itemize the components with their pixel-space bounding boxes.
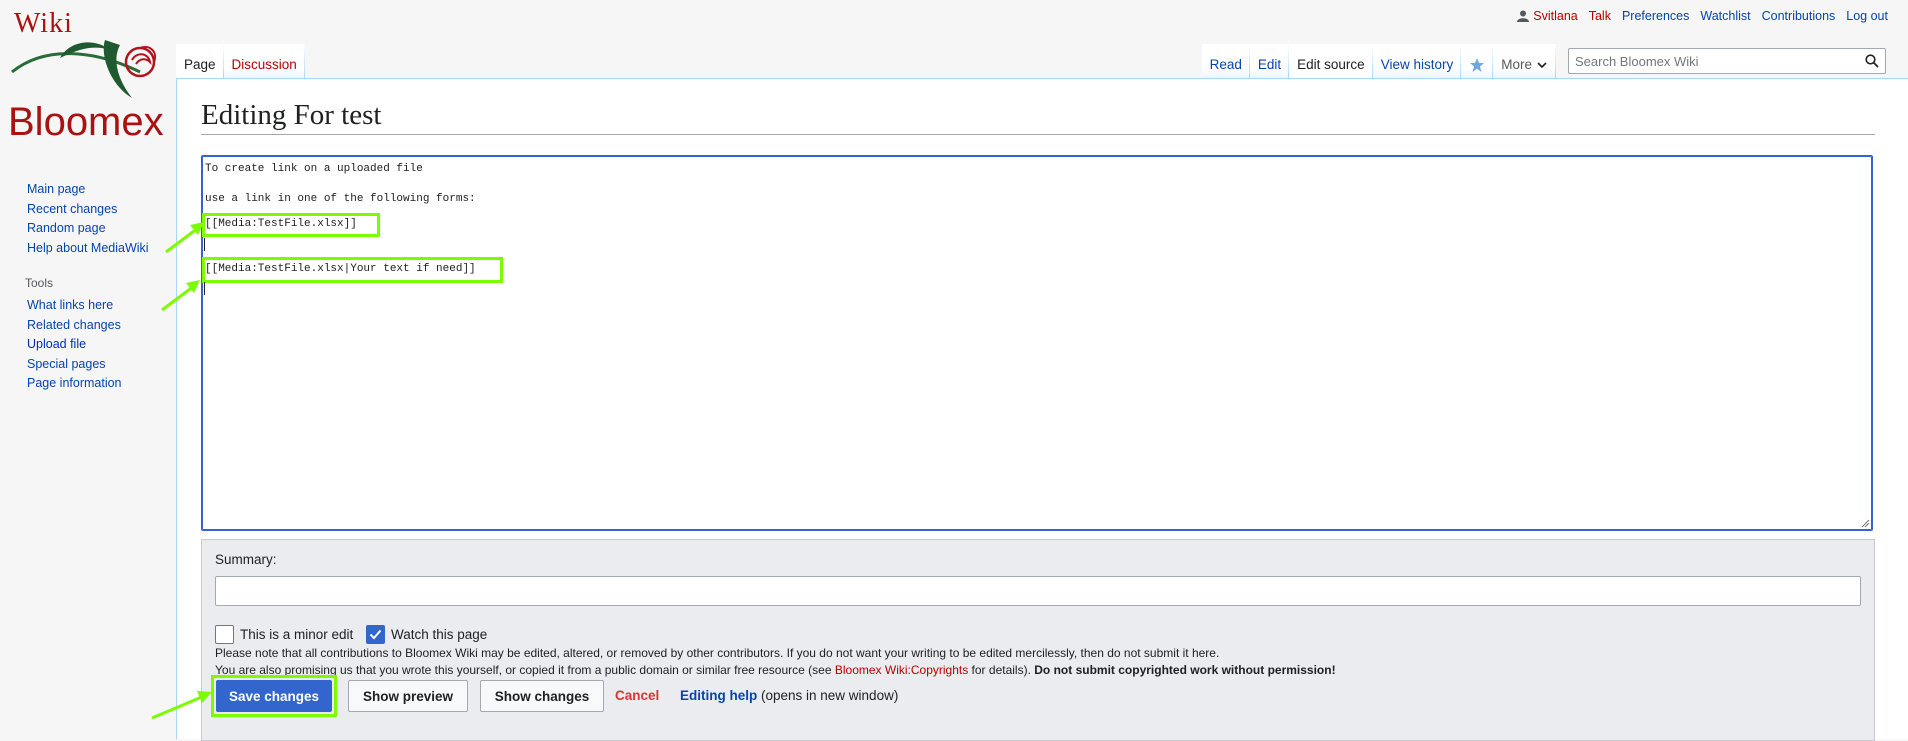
namespace-tabs: Page Discussion (176, 44, 305, 79)
search-placeholder: Search Bloomex Wiki (1575, 53, 1699, 69)
sidebar-item-page-information[interactable]: Page information (27, 376, 122, 390)
more-menu-label: More (1501, 57, 1532, 72)
star-icon (1470, 57, 1485, 72)
watch-label: Watch this page (391, 627, 488, 642)
tab-edit-label: Edit (1257, 57, 1282, 72)
search-icon[interactable] (1865, 54, 1879, 68)
show-preview-button[interactable]: Show preview (348, 680, 468, 712)
show-changes-button[interactable]: Show changes (480, 680, 604, 712)
checkmark-icon (369, 629, 382, 640)
edit-notice-2-bold: Do not submit copyrighted work without p… (1034, 663, 1336, 677)
user-link[interactable]: Svitlana (1533, 9, 1577, 23)
logo-wiki-text: Wiki (14, 8, 73, 39)
watchlist-link[interactable]: Watchlist (1700, 9, 1750, 23)
sidebar: Main page Recent changes Random page Hel… (0, 180, 176, 394)
edit-options: Summary: This is a minor edit Watch this… (201, 539, 1875, 741)
sidebar-item-what-links-here[interactable]: What links here (27, 298, 113, 312)
sidebar-item-help[interactable]: Help about MediaWiki (27, 241, 149, 255)
annotation-arrow-3 (151, 691, 212, 720)
editor-line-3: [[Media:TestFile.xlsx]] (205, 218, 357, 230)
more-menu[interactable]: More (1493, 44, 1556, 79)
summary-label: Summary: (215, 552, 277, 567)
sidebar-item-recent-changes[interactable]: Recent changes (27, 202, 117, 216)
tab-edit-source[interactable]: Edit source (1289, 44, 1373, 79)
annotation-arrow-1 (165, 222, 204, 254)
tab-edit-source-label: Edit source (1297, 57, 1365, 72)
content-area: Editing For test To create link on a upl… (176, 78, 1908, 741)
personal-tools: Svitlana Talk Preferences Watchlist Cont… (1517, 9, 1888, 23)
tab-view-history-label: View history (1380, 57, 1454, 72)
editor-line-2: use a link in one of the following forms… (205, 193, 476, 205)
sidebar-item-random-page[interactable]: Random page (27, 221, 106, 235)
tab-page-label: Page (184, 57, 216, 72)
logo-brand-text: Bloomex (8, 100, 164, 144)
editing-help-note: (opens in new window) (757, 688, 899, 703)
tab-bar: Page Discussion Read Edit Edit source Vi… (176, 44, 1908, 79)
copyrights-link[interactable]: Bloomex Wiki:Copyrights (835, 663, 968, 677)
editor-line-4: [[Media:TestFile.xlsx|Your text if need]… (205, 263, 476, 275)
talk-link[interactable]: Talk (1589, 9, 1611, 23)
tools-heading: Tools (25, 276, 54, 290)
sidebar-navigation: Main page Recent changes Random page Hel… (0, 180, 176, 258)
contributions-link[interactable]: Contributions (1762, 9, 1836, 23)
tab-discussion[interactable]: Discussion (224, 44, 305, 79)
cancel-link[interactable]: Cancel (615, 688, 659, 703)
page-title: Editing For test (201, 99, 1875, 135)
view-tabs: Read Edit Edit source View history More … (1202, 44, 1886, 79)
edit-notice-2: You are also promising us that you wrote… (215, 663, 1336, 677)
annotation-arrow-2 (161, 280, 200, 312)
watch-row: Watch this page (366, 625, 487, 644)
preferences-link[interactable]: Preferences (1622, 9, 1689, 23)
resize-grip-icon[interactable] (1860, 518, 1870, 528)
watch-checkbox[interactable] (366, 625, 385, 644)
sidebar-item-main-page[interactable]: Main page (27, 182, 85, 196)
summary-input[interactable] (215, 576, 1861, 606)
minor-edit-checkbox[interactable] (215, 625, 234, 644)
chevron-down-icon (1537, 61, 1547, 68)
tab-read-label: Read (1209, 57, 1242, 72)
tab-discussion-label: Discussion (231, 57, 297, 72)
watch-star[interactable] (1461, 44, 1493, 79)
logout-link[interactable]: Log out (1846, 9, 1888, 23)
wikitext-editor[interactable]: To create link on a uploaded file use a … (201, 155, 1873, 531)
site-logo[interactable]: Wiki Bloomex (0, 0, 176, 150)
tab-edit[interactable]: Edit (1250, 44, 1289, 79)
search-input[interactable]: Search Bloomex Wiki (1568, 48, 1886, 74)
edit-notice-2-mid: for details). (968, 663, 1035, 677)
minor-edit-row: This is a minor edit (215, 625, 353, 644)
editing-help: Editing help (opens in new window) (680, 688, 898, 703)
sidebar-item-upload-file[interactable]: Upload file (27, 337, 86, 351)
editor-line-1: To create link on a uploaded file (205, 163, 423, 175)
tab-read[interactable]: Read (1202, 44, 1250, 79)
save-button[interactable]: Save changes (216, 680, 332, 712)
minor-edit-label: This is a minor edit (240, 627, 354, 642)
sidebar-tools: What links here Related changes Upload f… (0, 296, 176, 394)
sidebar-item-special-pages[interactable]: Special pages (27, 357, 106, 371)
edit-notice-1: Please note that all contributions to Bl… (215, 646, 1220, 660)
editing-help-link[interactable]: Editing help (680, 688, 757, 703)
sidebar-item-related-changes[interactable]: Related changes (27, 318, 121, 332)
user-icon (1517, 10, 1530, 22)
tab-page[interactable]: Page (176, 44, 224, 79)
tab-view-history[interactable]: View history (1373, 44, 1462, 79)
